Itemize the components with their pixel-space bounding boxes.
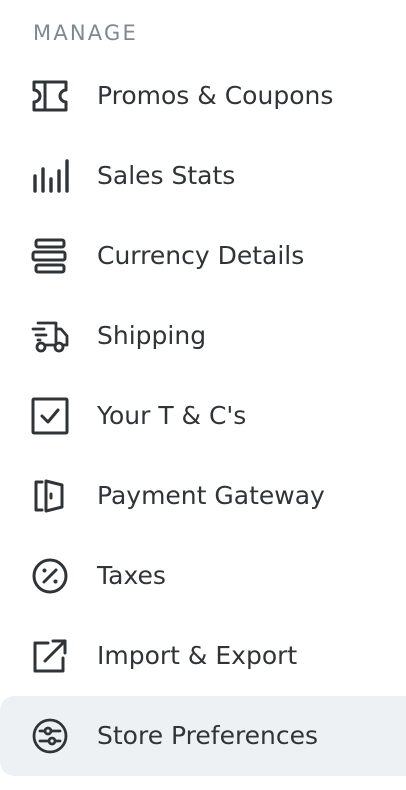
menu-item-label: Promos & Coupons bbox=[97, 81, 334, 110]
menu-item-label: Store Preferences bbox=[97, 721, 319, 750]
ticket-icon bbox=[30, 76, 70, 116]
menu-item-label: Shipping bbox=[97, 321, 207, 350]
currency-stack-icon bbox=[30, 236, 70, 276]
external-link-icon bbox=[30, 636, 70, 676]
menu-item-store-preferences[interactable]: Store Preferences bbox=[0, 696, 406, 776]
menu-item-label: Taxes bbox=[97, 561, 166, 590]
menu-item-import-export[interactable]: Import & Export bbox=[0, 616, 406, 696]
sliders-circle-icon bbox=[30, 716, 70, 756]
menu-item-label: Import & Export bbox=[97, 641, 298, 670]
menu-item-promos-coupons[interactable]: Promos & Coupons bbox=[0, 56, 406, 136]
delivery-truck-icon bbox=[30, 316, 70, 356]
checkbox-icon bbox=[30, 396, 70, 436]
menu-item-payment-gateway[interactable]: Payment Gateway bbox=[0, 456, 406, 536]
menu-item-terms-conditions[interactable]: Your T & C's bbox=[0, 376, 406, 456]
menu-item-sales-stats[interactable]: Sales Stats bbox=[0, 136, 406, 216]
menu-item-shipping[interactable]: Shipping bbox=[0, 296, 406, 376]
menu-item-label: Your T & C's bbox=[97, 401, 247, 430]
menu-item-label: Sales Stats bbox=[97, 161, 236, 190]
menu-item-label: Currency Details bbox=[97, 241, 305, 270]
menu-item-taxes[interactable]: Taxes bbox=[0, 536, 406, 616]
percent-circle-icon bbox=[30, 556, 70, 596]
section-title: MANAGE bbox=[33, 21, 138, 45]
menu-item-label: Payment Gateway bbox=[97, 481, 325, 510]
gateway-door-icon bbox=[30, 476, 70, 516]
sidebar-menu: MANAGE Promos & Coupons Sales Stats Curr… bbox=[0, 0, 406, 790]
menu-list: Promos & Coupons Sales Stats Currency De… bbox=[0, 56, 406, 776]
bar-chart-icon bbox=[30, 156, 70, 196]
menu-item-currency-details[interactable]: Currency Details bbox=[0, 216, 406, 296]
